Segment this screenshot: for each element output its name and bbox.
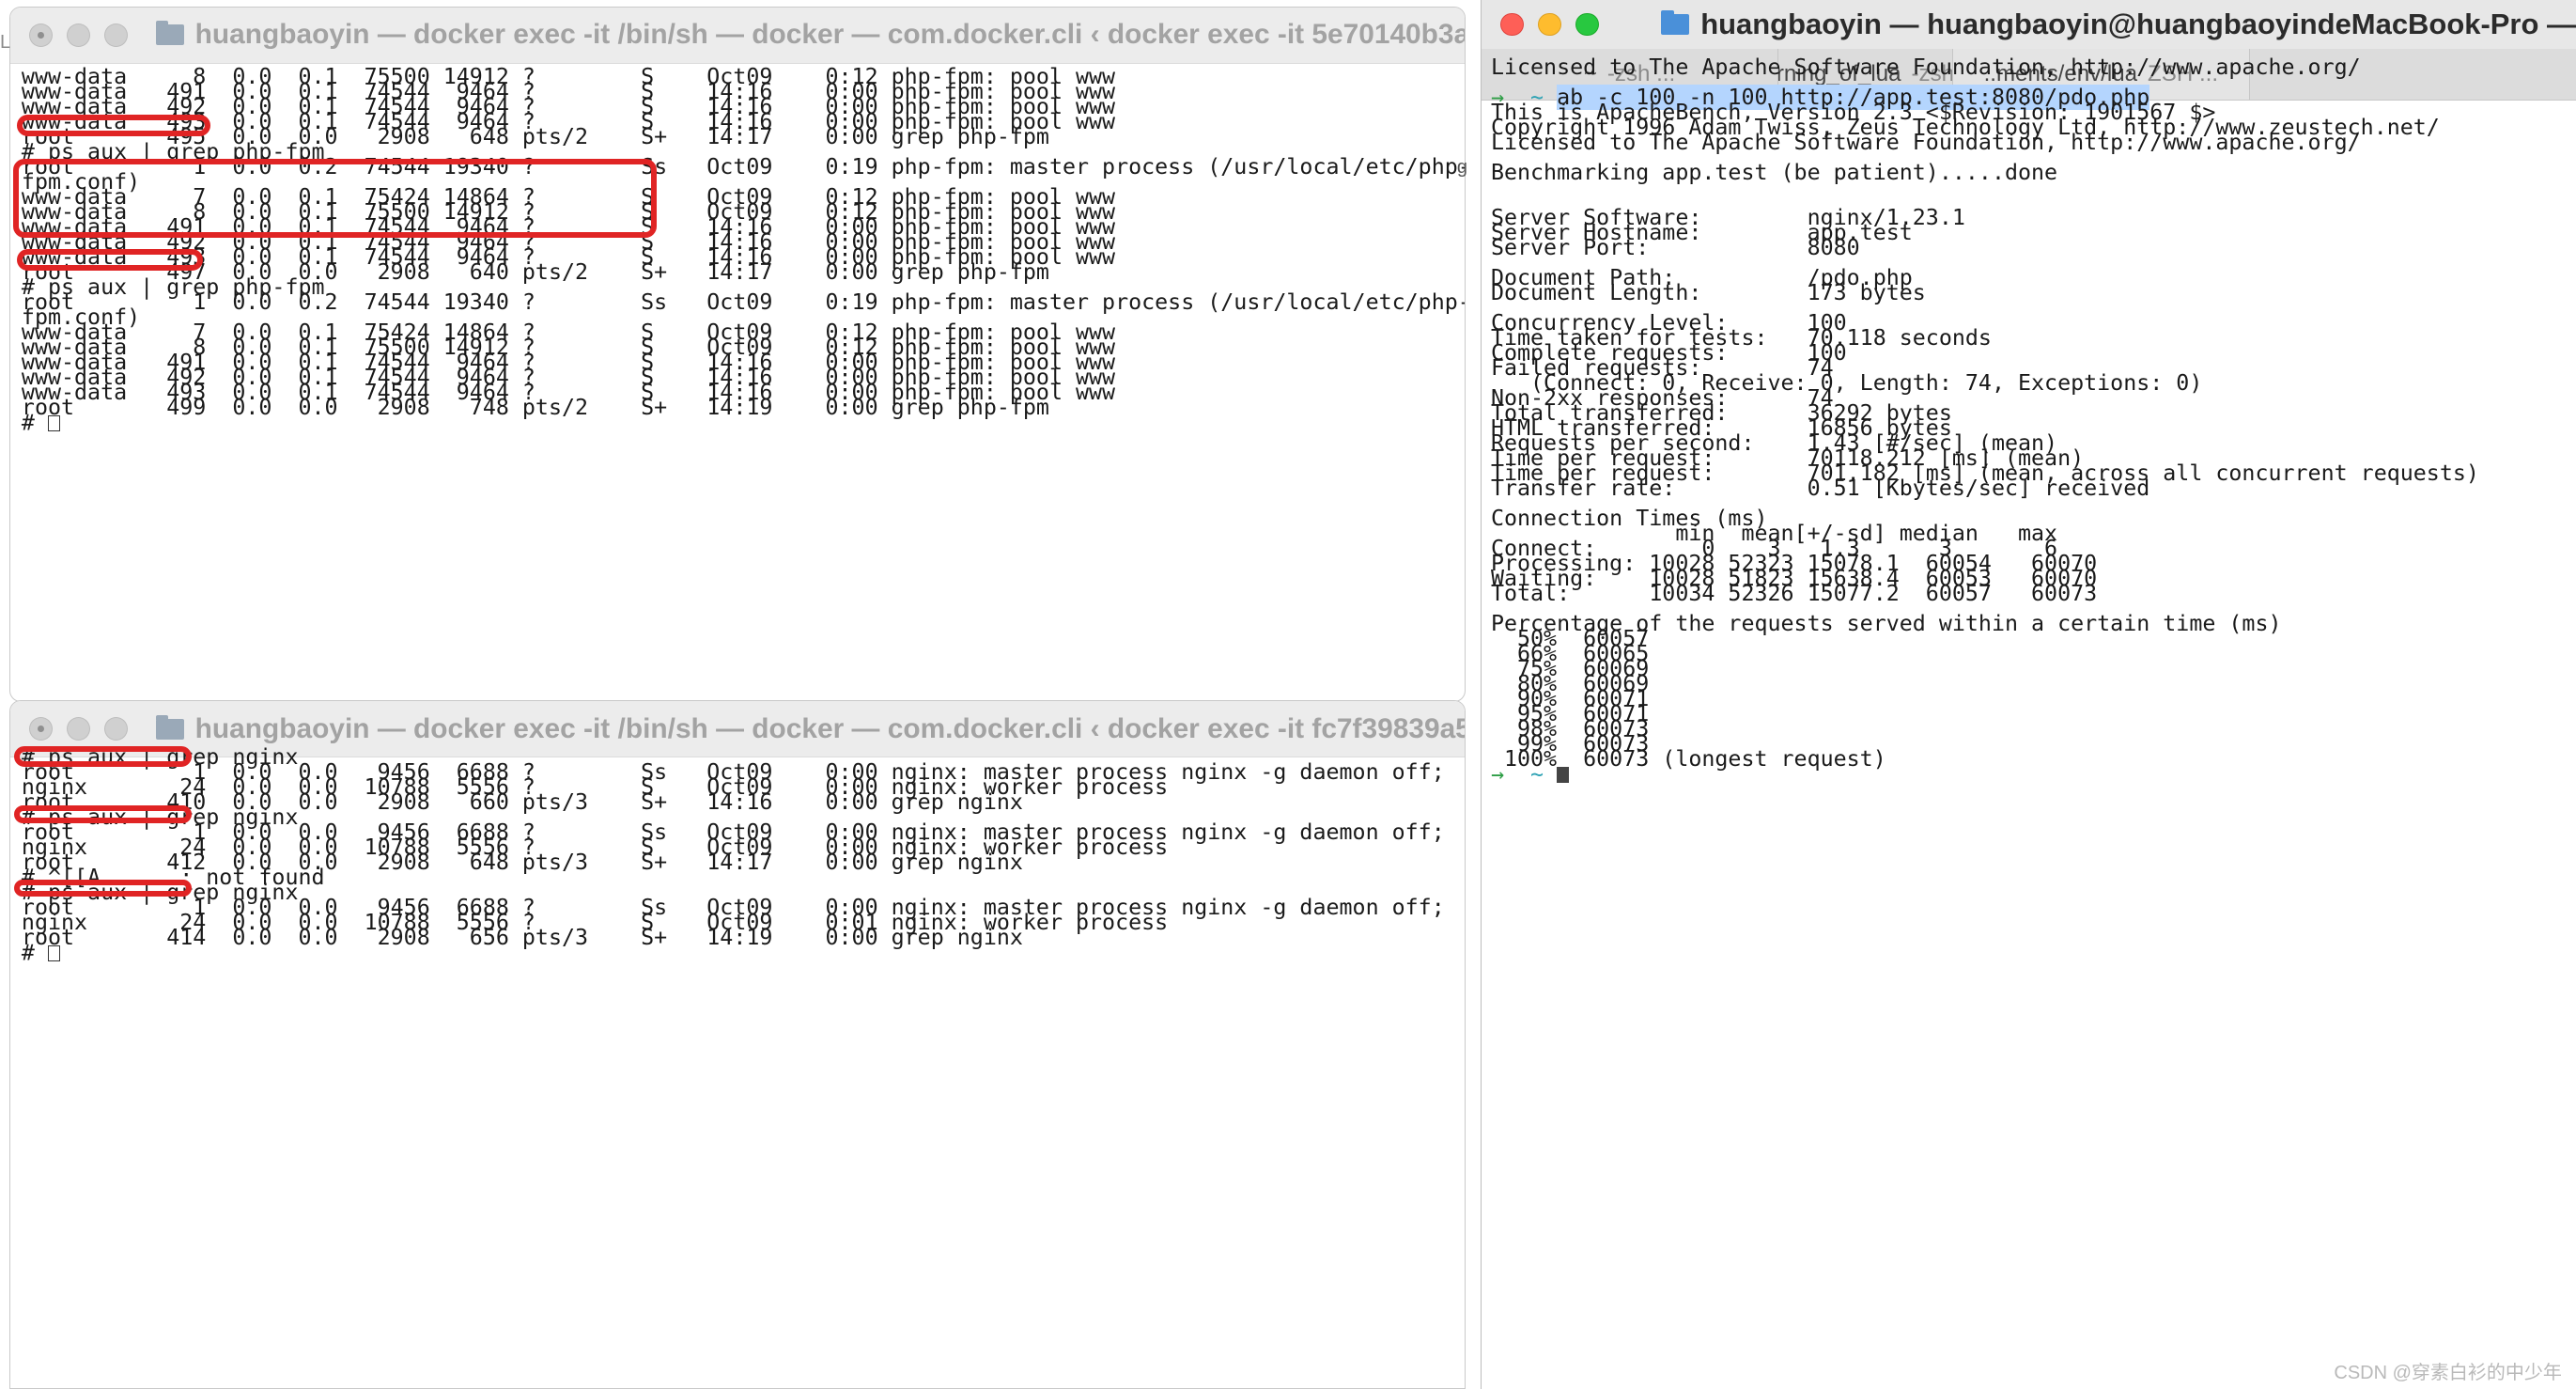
minimize-window-icon[interactable] [66, 717, 90, 741]
php-fpm-window-titlebar[interactable]: huangbaoyin — docker exec -it /bin/sh — … [9, 7, 1465, 64]
edge-mark: L [0, 31, 11, 53]
terminal-line: Server Port: 8080 [1491, 237, 2479, 258]
zoom-window-icon[interactable] [103, 717, 128, 741]
terminal-output[interactable]: # ps aux | grep nginx root 1 0.0 0.0 9456… [22, 746, 1445, 964]
apachebench-terminal-window[interactable]: huangbaoyin — huangbaoyin@huangbaoyindeM… [1481, 0, 2576, 1389]
minimize-window-icon[interactable] [66, 23, 90, 47]
folder-icon [155, 21, 184, 46]
terminal-output[interactable]: Licensed to The Apache Software Foundati… [1490, 56, 2479, 786]
zoom-window-icon[interactable] [1575, 12, 1600, 37]
window-title: huangbaoyin — docker exec -it /bin/sh — … [194, 19, 1465, 51]
close-window-icon[interactable] [1500, 12, 1525, 37]
terminal-line-text: Transfer rate: 0.51 [Kbytes/sec] receive… [1490, 475, 2150, 501]
terminal-line: root 499 0.0 0.0 2908 748 pts/2 S+ 14:19… [22, 397, 1465, 418]
window-title: huangbaoyin — huangbaoyin@huangbaoyindeM… [1700, 8, 2576, 40]
terminal-line: root 1 0.0 0.2 74544 19340 ? Ss Oct09 0:… [22, 156, 1465, 178]
terminal-line: Document Length: 173 bytes [1491, 282, 2479, 304]
folder-icon [1661, 10, 1690, 36]
text-cursor [47, 415, 61, 431]
terminal-line: 100% 60073 (longest request) [1491, 748, 2479, 770]
terminal-line-text: Server Port: 8080 [1490, 234, 1860, 260]
edge-mark: g [1456, 157, 1467, 178]
prompt-directory: ~ [1530, 761, 1544, 788]
terminal-output[interactable]: www-data 8 0.0 0.1 75500 14912 ? S Oct09… [22, 66, 1465, 434]
text-cursor [47, 944, 61, 961]
minimize-window-icon[interactable] [1538, 12, 1562, 37]
prompt-arrow-icon: → [1490, 761, 1504, 788]
terminal-line: Licensed to The Apache Software Foundati… [1491, 132, 2479, 153]
terminal-line-text: Document Length: 173 bytes [1490, 279, 1926, 305]
window-title: huangbaoyin — docker exec -it /bin/sh — … [194, 712, 1465, 744]
terminal-line-text: Benchmarking app.test (be patient).....d… [1490, 159, 2058, 185]
window-controls [1500, 12, 1600, 37]
window-controls [28, 717, 128, 741]
nginx-terminal-window[interactable]: huangbaoyin — docker exec -it /bin/sh — … [8, 700, 1466, 1389]
terminal-line-text: Licensed to The Apache Software Foundati… [1490, 129, 2361, 155]
terminal-line: Benchmarking app.test (be patient).....d… [1491, 162, 2479, 183]
zoom-window-icon[interactable] [103, 23, 128, 47]
close-window-icon[interactable] [28, 717, 53, 741]
terminal-line-text: # [21, 940, 48, 966]
terminal-line: root 414 0.0 0.0 2908 656 pts/3 S+ 14:19… [22, 927, 1445, 948]
ab-window-titlebar[interactable]: huangbaoyin — huangbaoyin@huangbaoyindeM… [1482, 0, 2576, 50]
folder-icon [155, 714, 184, 740]
terminal-line-text: root 499 0.0 0.0 2908 748 pts/2 S+ 14:19… [21, 395, 1049, 420]
terminal-line: Licensed to The Apache Software Foundati… [1491, 56, 2479, 78]
php-fpm-terminal-window[interactable]: huangbaoyin — docker exec -it /bin/sh — … [8, 6, 1466, 702]
window-controls [28, 23, 128, 47]
terminal-line-text: Total: 10034 52326 15077.2 60057 60073 [1490, 580, 2098, 606]
terminal-line-text: root 1 0.0 0.2 74544 19340 ? Ss Oct09 0:… [21, 289, 1466, 315]
terminal-line-text: root 1 0.0 0.2 74544 19340 ? Ss Oct09 0:… [21, 154, 1466, 179]
close-window-icon[interactable] [28, 23, 53, 47]
text-cursor [1557, 766, 1570, 783]
terminal-line-text: root 414 0.0 0.0 2908 656 pts/3 S+ 14:19… [21, 924, 1023, 950]
watermark: CSDN @穿素白衫的中少年 [2334, 1362, 2562, 1383]
terminal-line: Total: 10034 52326 15077.2 60057 60073 [1491, 583, 2479, 604]
terminal-line: root 1 0.0 0.2 74544 19340 ? Ss Oct09 0:… [22, 291, 1465, 313]
terminal-line-text: # [21, 410, 48, 436]
terminal-line-text: Licensed to The Apache Software Foundati… [1490, 54, 2361, 80]
